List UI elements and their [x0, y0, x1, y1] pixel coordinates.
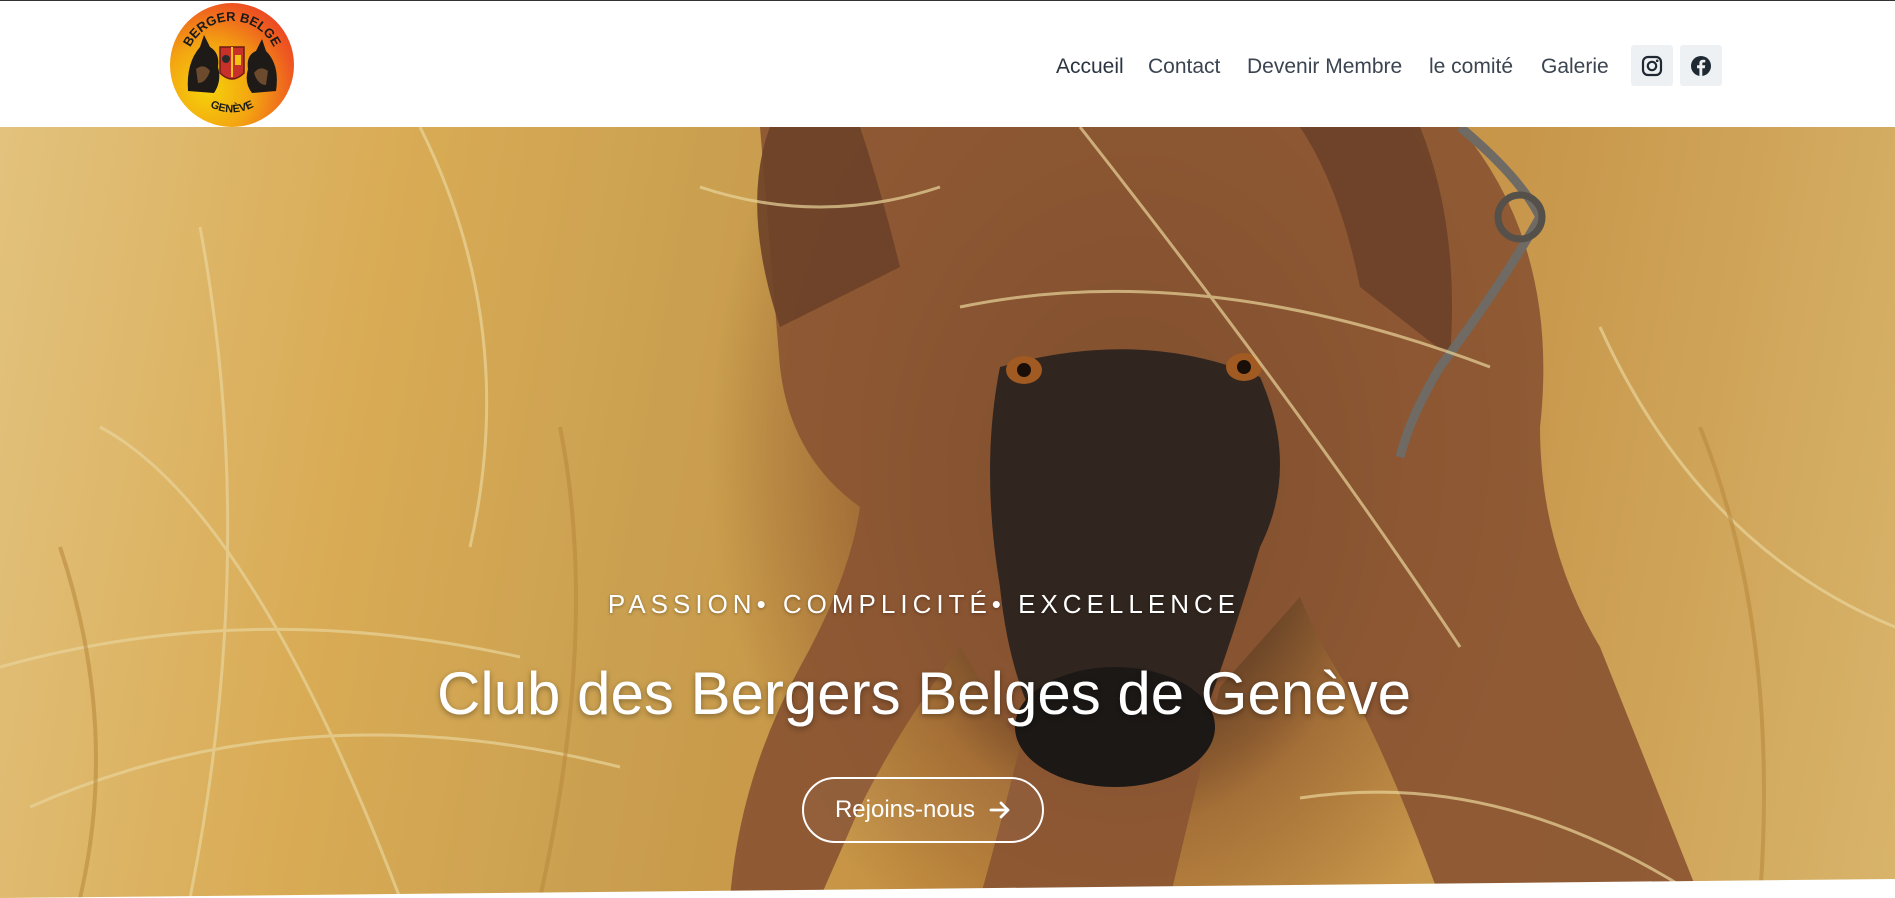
instagram-button[interactable]	[1631, 45, 1673, 86]
nav-le-comite[interactable]: le comité	[1429, 53, 1513, 81]
nav-devenir-membre[interactable]: Devenir Membre	[1247, 53, 1402, 81]
hero-bottom-divider	[0, 879, 1895, 898]
instagram-icon	[1641, 55, 1663, 76]
nav-galerie[interactable]: Galerie	[1541, 53, 1609, 81]
club-logo[interactable]: BERGER BELGE GENÈVE	[170, 3, 294, 127]
hero-section: PASSION• COMPLICITÉ• EXCELLENCE Club des…	[0, 127, 1895, 898]
logo-top-text: BERGER BELGE	[180, 9, 285, 49]
facebook-icon	[1691, 55, 1711, 76]
nav-accueil[interactable]: Accueil	[1056, 53, 1124, 81]
facebook-button[interactable]	[1680, 45, 1722, 86]
logo-bottom-text: GENÈVE	[209, 99, 256, 116]
logo-emblem: BERGER BELGE GENÈVE	[180, 9, 285, 116]
nav-contact[interactable]: Contact	[1148, 53, 1220, 81]
site-header: BERGER BELGE GENÈVE Accueil Contact Deve…	[0, 1, 1895, 127]
